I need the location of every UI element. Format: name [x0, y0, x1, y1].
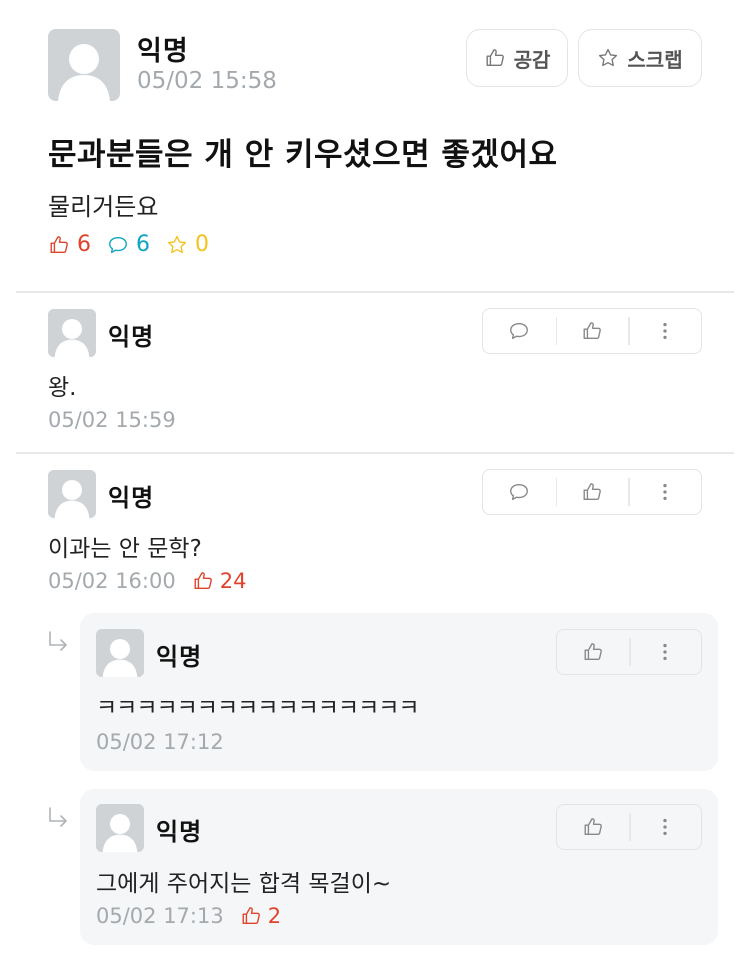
- reply-actions: [556, 804, 702, 850]
- thumbs-up-icon: [48, 234, 70, 256]
- comment-meta: 05/02 16:00 24: [48, 569, 246, 593]
- more-vertical-icon: [654, 320, 676, 342]
- more-options-button[interactable]: [629, 805, 701, 849]
- comment-author-avatar: [48, 470, 96, 518]
- star-icon: [166, 234, 188, 256]
- thumbs-up-icon: [240, 905, 262, 927]
- post-scrap-count: 0: [166, 232, 209, 257]
- reply-text: ㅋㅋㅋㅋㅋㅋㅋㅋㅋㅋㅋㅋㅋㅋㅋㅋ: [96, 695, 420, 721]
- more-options-button[interactable]: [629, 630, 701, 674]
- post-author-avatar: [48, 29, 120, 101]
- post-body: 물리거든요: [48, 193, 159, 221]
- reply-text: 그에게 주어지는 합격 목걸이~: [96, 871, 392, 897]
- post-scrap-count-value: 0: [195, 232, 209, 257]
- reply-author-avatar: [96, 804, 144, 852]
- post-title: 문과분들은 개 안 키우셨으면 좋겠어요: [48, 137, 558, 173]
- comment-bubble-icon: [508, 320, 530, 342]
- post-author-name: 익명: [137, 36, 189, 67]
- reply-like-button[interactable]: [557, 630, 629, 674]
- post-like-button-label: 공감: [513, 47, 551, 72]
- post-like-count-value: 6: [77, 232, 91, 257]
- reply-arrow-icon: [46, 806, 70, 830]
- reply-timestamp: 05/02 17:12: [96, 730, 224, 754]
- comment-bubble-icon: [107, 234, 129, 256]
- comment-like-button[interactable]: [555, 309, 629, 353]
- reply-actions: [556, 629, 702, 675]
- thumbs-up-icon: [581, 481, 603, 503]
- thumbs-up-icon: [582, 816, 604, 838]
- thumbs-up-icon: [582, 641, 604, 663]
- post-scrap-button-label: 스크랩: [627, 47, 683, 72]
- comment-timestamp: 05/02 15:59: [48, 408, 176, 432]
- reply-author-name: 익명: [156, 818, 203, 846]
- more-options-button[interactable]: [628, 470, 701, 514]
- reply-meta: 05/02 17:13 2: [96, 904, 281, 928]
- comment-actions: [482, 469, 702, 515]
- comment-bubble-icon: [508, 481, 530, 503]
- reply-like-button[interactable]: [557, 805, 629, 849]
- post-stats: 6 6 0: [48, 232, 209, 257]
- comment-actions: [482, 308, 702, 354]
- comment-like-button[interactable]: [555, 470, 629, 514]
- comment-like-count-value: 24: [219, 569, 247, 593]
- thumbs-up-icon: [192, 570, 214, 592]
- comment-timestamp: 05/02 16:00: [48, 569, 176, 593]
- reply-like-count: 2: [240, 904, 281, 928]
- comment-like-count: 24: [192, 569, 247, 593]
- comment-author-name: 익명: [108, 484, 155, 512]
- post-like-button[interactable]: 공감: [466, 29, 568, 87]
- more-options-button[interactable]: [628, 309, 701, 353]
- post-timestamp: 05/02 15:58: [137, 68, 277, 94]
- star-icon: [597, 47, 619, 69]
- comment-meta: 05/02 15:59: [48, 408, 176, 432]
- more-vertical-icon: [654, 816, 676, 838]
- reply-arrow-icon: [46, 630, 70, 654]
- more-vertical-icon: [654, 641, 676, 663]
- thumbs-up-icon: [484, 47, 506, 69]
- comment-author-avatar: [48, 309, 96, 357]
- thumbs-up-icon: [581, 320, 603, 342]
- divider: [16, 452, 734, 454]
- comment-author-name: 익명: [108, 323, 155, 351]
- comment-text: 왕.: [48, 375, 77, 401]
- reply-button[interactable]: [483, 470, 556, 514]
- reply-timestamp: 05/02 17:13: [96, 904, 224, 928]
- post-comment-count-value: 6: [136, 232, 150, 257]
- comment-text: 이과는 안 문학?: [48, 536, 202, 562]
- post-comment-count: 6: [107, 232, 150, 257]
- divider: [16, 291, 734, 293]
- reply-button[interactable]: [483, 309, 556, 353]
- post-like-count: 6: [48, 232, 91, 257]
- reply-author-avatar: [96, 629, 144, 677]
- more-vertical-icon: [654, 481, 676, 503]
- reply-author-name: 익명: [156, 643, 203, 671]
- reply-like-count-value: 2: [267, 904, 282, 928]
- reply-meta: 05/02 17:12: [96, 730, 224, 754]
- post-scrap-button[interactable]: 스크랩: [578, 29, 702, 87]
